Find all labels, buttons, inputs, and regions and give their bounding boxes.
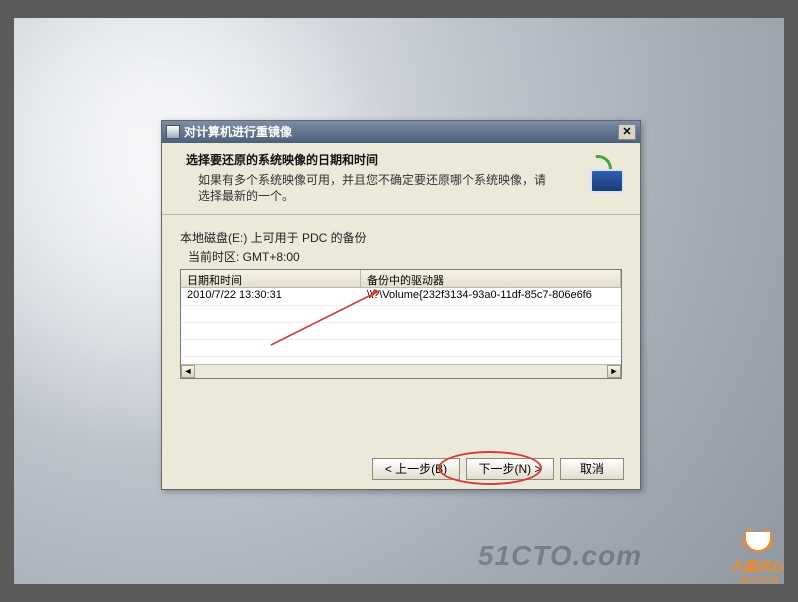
restore-icon	[580, 153, 628, 195]
dialog-header: 选择要还原的系统映像的日期和时间 如果有多个系统映像可用，并且您不确定要还原哪个…	[162, 143, 640, 215]
heading: 选择要还原的系统映像的日期和时间	[186, 151, 626, 168]
column-datetime[interactable]: 日期和时间	[181, 270, 361, 287]
reimage-dialog: 对计算机进行重镜像 ✕ 选择要还原的系统映像的日期和时间 如果有多个系统映像可用…	[161, 120, 641, 490]
watermark-51cto: 51CTO.com	[478, 540, 642, 572]
button-bar: < 上一步(B) 下一步(N) > 取消	[162, 449, 640, 489]
backup-location-label: 本地磁盘(E:) 上可用于 PDC 的备份	[180, 229, 622, 246]
back-button[interactable]: < 上一步(B)	[372, 458, 460, 480]
app-icon	[166, 125, 180, 139]
watermark-jiuhu: 九狐问心 JiuHuCN	[732, 522, 784, 586]
scroll-left-button[interactable]: ◄	[181, 365, 195, 378]
close-button[interactable]: ✕	[618, 124, 636, 140]
scroll-right-button[interactable]: ►	[607, 365, 621, 378]
next-button[interactable]: 下一步(N) >	[466, 458, 554, 480]
subtitle: 如果有多个系统映像可用，并且您不确定要还原哪个系统映像，请选择最新的一个。	[186, 172, 556, 204]
scrollbar-horizontal[interactable]: ◄ ►	[181, 364, 621, 378]
column-drives[interactable]: 备份中的驱动器	[361, 270, 621, 287]
backup-list[interactable]: 日期和时间 备份中的驱动器 2010/7/22 13:30:31 \\?\Vol…	[180, 269, 622, 379]
table-row[interactable]: 2010/7/22 13:30:31 \\?\Volume{232f3134-9…	[181, 288, 621, 305]
dialog-title: 对计算机进行重镜像	[184, 121, 292, 143]
timezone-label: 当前时区: GMT+8:00	[188, 248, 622, 265]
titlebar[interactable]: 对计算机进行重镜像 ✕	[162, 121, 640, 143]
watermark-line1: 九狐问心	[732, 556, 784, 575]
fox-icon	[737, 522, 779, 554]
cell-datetime: 2010/7/22 13:30:31	[181, 288, 361, 305]
cell-drives: \\?\Volume{232f3134-93a0-11df-85c7-806e6…	[361, 288, 621, 305]
watermark-line2: JiuHuCN	[732, 575, 784, 586]
cancel-button[interactable]: 取消	[560, 458, 624, 480]
